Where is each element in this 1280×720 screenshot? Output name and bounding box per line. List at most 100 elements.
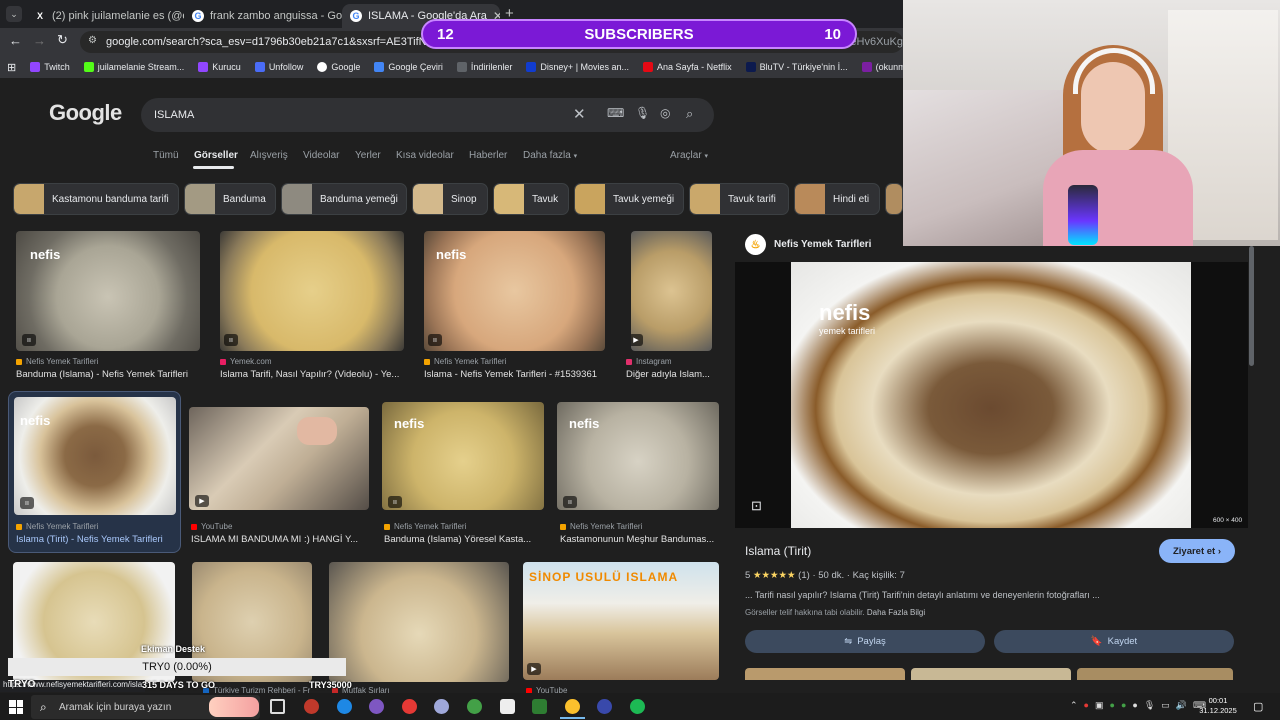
notification-icon[interactable]: ▢ <box>1253 700 1263 713</box>
tools-menu[interactable]: Araçlar ▾ <box>670 150 708 161</box>
chevron-up-icon[interactable]: ⌃ <box>1070 700 1078 711</box>
panel-source-row[interactable]: ♨ Nefis Yemek Tarifleri <box>745 234 871 255</box>
chip-tavuk-yemegi[interactable]: Tavuk yemeği <box>574 183 684 215</box>
chip-tavuk-tarifi[interactable]: Tavuk tarifi <box>689 183 789 215</box>
tray-app-icon[interactable]: ● <box>1132 700 1137 711</box>
app-icon[interactable] <box>434 699 449 714</box>
related-thumbnail[interactable] <box>911 668 1071 680</box>
tray-app-icon[interactable]: ● <box>1110 700 1115 711</box>
bookmark-kurucu[interactable]: Kurucu <box>191 62 248 72</box>
back-arrow-icon[interactable]: ← <box>9 33 22 48</box>
tray-app-icon[interactable]: ● <box>1084 700 1089 711</box>
bookmark-downloads[interactable]: İndirilenler <box>450 62 520 72</box>
volume-icon[interactable]: 🔊 <box>1176 700 1187 711</box>
bookmark-netflix[interactable]: Ana Sayfa - Netflix <box>636 62 739 72</box>
result-image-11[interactable] <box>329 562 509 682</box>
tab-short-videos[interactable]: Kısa videolar <box>396 150 454 161</box>
network-icon[interactable]: ▭ <box>1161 700 1170 711</box>
tab-search-icon[interactable]: ⌄ <box>6 6 22 22</box>
tray-app-icon[interactable]: ● <box>1121 700 1126 711</box>
result-title[interactable]: Islama (Tirit) - Nefis Yemek Tarifleri <box>16 534 178 545</box>
tab-all[interactable]: Tümü <box>153 150 179 161</box>
chip-hindi-eti[interactable]: Hindi eti <box>794 183 880 215</box>
bookmark-unread[interactable]: (okunmamış sayısı)... <box>855 62 903 72</box>
app-icon[interactable] <box>369 699 384 714</box>
spotify-icon[interactable] <box>630 699 645 714</box>
tray-app-icon[interactable]: ▣ <box>1095 700 1104 711</box>
tab-places[interactable]: Yerler <box>355 150 381 161</box>
task-view-icon[interactable] <box>270 699 285 714</box>
clear-icon[interactable]: ✕ <box>573 105 586 123</box>
result-image-3[interactable]: nefis ıı <box>424 231 605 351</box>
related-thumbnail[interactable] <box>745 668 905 680</box>
chip-sinop[interactable]: Sinop <box>412 183 488 215</box>
forward-arrow-icon[interactable]: → <box>33 33 46 48</box>
result-title[interactable]: Islama - Nefis Yemek Tarifleri - #153936… <box>424 369 614 380</box>
start-button[interactable] <box>9 700 23 714</box>
webcam-person-hoodie <box>1043 150 1193 246</box>
visit-button[interactable]: Ziyaret et › <box>1159 539 1235 563</box>
result-image-8[interactable]: nefis ıı <box>557 402 719 510</box>
lens-icon[interactable]: ⊡ <box>751 498 762 514</box>
xbox-icon[interactable] <box>467 699 482 714</box>
microphone-icon[interactable]: 🎙 <box>635 106 650 120</box>
result-image-2[interactable]: ıı <box>220 231 404 351</box>
result-image-1[interactable]: nefis ıı <box>16 231 200 351</box>
chrome-icon[interactable] <box>565 699 580 714</box>
app-icon[interactable] <box>532 699 547 714</box>
bookmark-stream[interactable]: juilamelanie Stream... <box>77 62 192 72</box>
result-title[interactable]: Kastamonunun Meşhur Bandumas... <box>560 534 720 545</box>
more-info-link[interactable]: Daha Fazla Bilgi <box>867 608 925 617</box>
result-title[interactable]: Banduma (Islama) - Nefis Yemek Tarifleri <box>16 369 206 380</box>
chip-partial[interactable] <box>885 183 903 215</box>
result-image-7[interactable]: nefis ıı <box>382 402 544 510</box>
tab-shopping[interactable]: Alışveriş <box>250 150 288 161</box>
apps-grid-icon[interactable]: ⊞ <box>0 61 23 74</box>
bookmark-twitch[interactable]: Twitch <box>23 62 77 72</box>
browser-tab-google-frank[interactable]: G frank zambo anguissa - Google ✕ <box>184 4 342 28</box>
search-input[interactable]: ISLAMA ✕ ⌨ 🎙 ◎ ⌕ <box>141 98 714 132</box>
chip-tavuk[interactable]: Tavuk <box>493 183 569 215</box>
browser-tab-twitter[interactable]: X (2) pink juilamelanie es (@emla ✕ <box>26 4 184 28</box>
save-button[interactable]: 🔖 Kaydet <box>994 630 1234 653</box>
microphone-icon[interactable]: 🎙 <box>1144 700 1155 711</box>
bookmark-translate[interactable]: Google Çeviri <box>367 62 450 72</box>
result-image-6[interactable]: ▶ <box>189 407 369 510</box>
result-image-4[interactable]: ▶ <box>631 231 712 351</box>
keyboard-icon[interactable]: ⌨ <box>607 106 624 120</box>
preview-image[interactable]: nefis yemek tarifleri ⊡ 600 × 400 <box>735 262 1248 528</box>
result-title[interactable]: Islama Tarifi, Nasıl Yapılır? (Videolu) … <box>220 369 410 380</box>
app-icon[interactable] <box>304 699 319 714</box>
bookmark-google[interactable]: Google <box>310 62 367 72</box>
bookmark-blutv[interactable]: BluTV - Türkiye'nin İ... <box>739 62 855 72</box>
result-image-5[interactable]: nefis ıı <box>14 397 176 515</box>
google-logo[interactable]: Google <box>49 100 122 126</box>
tab-videos[interactable]: Videolar <box>303 150 340 161</box>
chip-kastamonu[interactable]: Kastamonu banduma tarifi <box>13 183 179 215</box>
opera-icon[interactable] <box>402 699 417 714</box>
tab-more[interactable]: Daha fazla ▾ <box>523 150 577 161</box>
tab-news[interactable]: Haberler <box>469 150 507 161</box>
result-title[interactable]: Banduma (Islama) Yöresel Kasta... <box>384 534 544 545</box>
edge-icon[interactable] <box>337 699 352 714</box>
nefis-favicon-icon <box>16 358 22 365</box>
panel-scrollbar[interactable] <box>1249 246 1254 366</box>
lens-icon[interactable]: ◎ <box>660 106 670 120</box>
chip-banduma-yemegi[interactable]: Banduma yemeği <box>281 183 407 215</box>
site-info-icon[interactable]: ⚙ <box>88 35 97 46</box>
result-title[interactable]: Diğer adıyla Islam... <box>626 369 716 380</box>
bookmark-unfollow[interactable]: Unfollow <box>248 62 311 72</box>
related-thumbnail[interactable] <box>1077 668 1233 680</box>
app-icon[interactable] <box>500 699 515 714</box>
bookmark-disney[interactable]: Disney+ | Movies an... <box>519 62 636 72</box>
clock[interactable]: 00:01 31.12.2025 <box>1196 696 1240 716</box>
taskbar-search-input[interactable]: ⌕ Aramak için buraya yazın <box>31 695 260 719</box>
share-button[interactable]: ⇋ Paylaş <box>745 630 985 653</box>
tab-images[interactable]: Görseller <box>194 150 238 161</box>
reload-icon[interactable]: ↻ <box>57 32 68 48</box>
app-icon[interactable] <box>597 699 612 714</box>
chip-banduma[interactable]: Banduma <box>184 183 276 215</box>
result-image-12[interactable]: SİNOP USULÜ ISLAMA ▶ <box>523 562 719 680</box>
result-title[interactable]: ISLAMA MI BANDUMA MI :) HANGİ Y... <box>191 534 371 545</box>
search-icon[interactable]: ⌕ <box>686 106 693 122</box>
